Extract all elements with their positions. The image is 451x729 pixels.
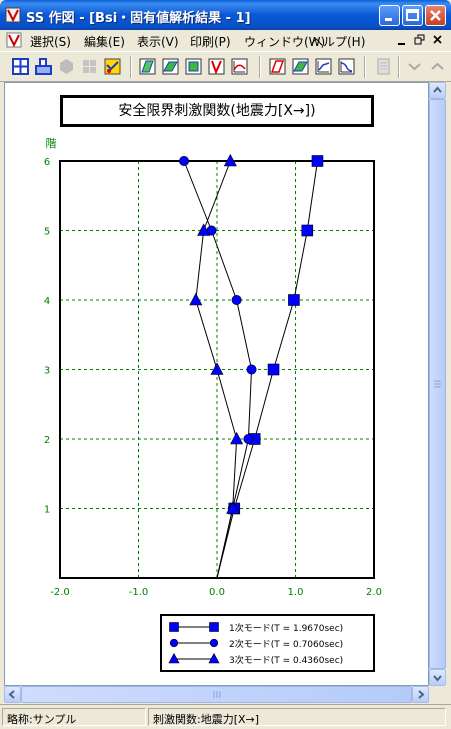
status-stimulus: 刺激関数:地震力[X→]: [148, 708, 446, 726]
toolbar-separator: [398, 56, 400, 78]
chevron-up-icon[interactable]: [428, 57, 447, 76]
maximize-button[interactable]: [402, 5, 423, 26]
scroll-right-button[interactable]: [412, 686, 429, 703]
frame-section-icon[interactable]: [34, 57, 53, 76]
mdi-minimize-icon[interactable]: [396, 33, 408, 47]
app-window: SS 作図 - [Bsi・固有値解析結果 - 1] 選択(S) 編集(E) 表示…: [0, 0, 451, 729]
close-icon: [430, 10, 441, 21]
page-disabled-icon[interactable]: [374, 57, 393, 76]
response-curve-icon[interactable]: [230, 57, 249, 76]
toolbar: [0, 51, 451, 82]
menu-select[interactable]: 選択(S): [30, 33, 71, 50]
minimize-button[interactable]: [379, 5, 400, 26]
grip-icon: [434, 380, 441, 388]
window-title: SS 作図 - [Bsi・固有値解析結果 - 1]: [26, 11, 251, 26]
scrollbar-corner: [429, 686, 446, 703]
status-bar: 略称:サンプル 刺激関数:地震力[X→]: [0, 704, 451, 729]
menu-help[interactable]: ヘルプ(H): [311, 33, 365, 50]
chevron-down-icon[interactable]: [405, 57, 424, 76]
mode-shape-icon[interactable]: [184, 57, 203, 76]
chart-title: 安全限界刺激関数(地震力[X→]): [118, 103, 316, 119]
mdi-close-icon[interactable]: [432, 33, 444, 47]
horizontal-scroll-thumb[interactable]: [21, 686, 412, 703]
stimulus-function-icon[interactable]: [207, 57, 226, 76]
document-icon[interactable]: [6, 32, 22, 48]
seismic-icon[interactable]: [103, 57, 122, 76]
scroll-down-button[interactable]: [429, 669, 446, 686]
scroll-down-icon: [433, 675, 442, 682]
grip-icon: [213, 691, 221, 698]
deform-green-icon[interactable]: [291, 57, 310, 76]
spectrum-icon[interactable]: [337, 57, 356, 76]
graph-icon[interactable]: [314, 57, 333, 76]
mdi-restore-icon[interactable]: [414, 33, 426, 47]
deform-red-icon[interactable]: [268, 57, 287, 76]
app-icon: [5, 7, 21, 23]
title-bar[interactable]: SS 作図 - [Bsi・固有値解析結果 - 1]: [0, 0, 451, 30]
scroll-right-icon: [418, 690, 425, 699]
frame-grid-icon[interactable]: [11, 57, 30, 76]
toolbar-separator: [130, 56, 132, 78]
menu-print[interactable]: 印刷(P): [190, 33, 231, 50]
close-button[interactable]: [425, 5, 446, 26]
scroll-left-button[interactable]: [4, 686, 21, 703]
scroll-up-button[interactable]: [429, 82, 446, 99]
minimize-icon: [385, 18, 392, 21]
chart-title-box: 安全限界刺激関数(地震力[X→]): [60, 95, 374, 127]
maximize-icon: [406, 9, 419, 21]
chart-canvas: [4, 82, 429, 686]
deform-icon[interactable]: [138, 57, 157, 76]
vertical-scroll-thumb[interactable]: [429, 99, 446, 669]
menu-view[interactable]: 表示(V): [137, 33, 179, 50]
deform-alt-icon[interactable]: [161, 57, 180, 76]
toolbar-separator: [259, 56, 261, 78]
vertical-scrollbar[interactable]: [429, 82, 446, 686]
status-abbreviation: 略称:サンプル: [2, 708, 146, 726]
scroll-up-icon: [433, 86, 442, 93]
menu-edit[interactable]: 編集(E): [84, 33, 125, 50]
toolbar-separator: [364, 56, 366, 78]
grid-disabled-icon[interactable]: [80, 57, 99, 76]
horizontal-scrollbar[interactable]: [4, 686, 429, 703]
scroll-left-icon: [8, 690, 15, 699]
member-disabled-icon[interactable]: [57, 57, 76, 76]
menu-bar: 選択(S) 編集(E) 表示(V) 印刷(P) ウィンドウ(W) ヘルプ(H): [0, 30, 451, 50]
